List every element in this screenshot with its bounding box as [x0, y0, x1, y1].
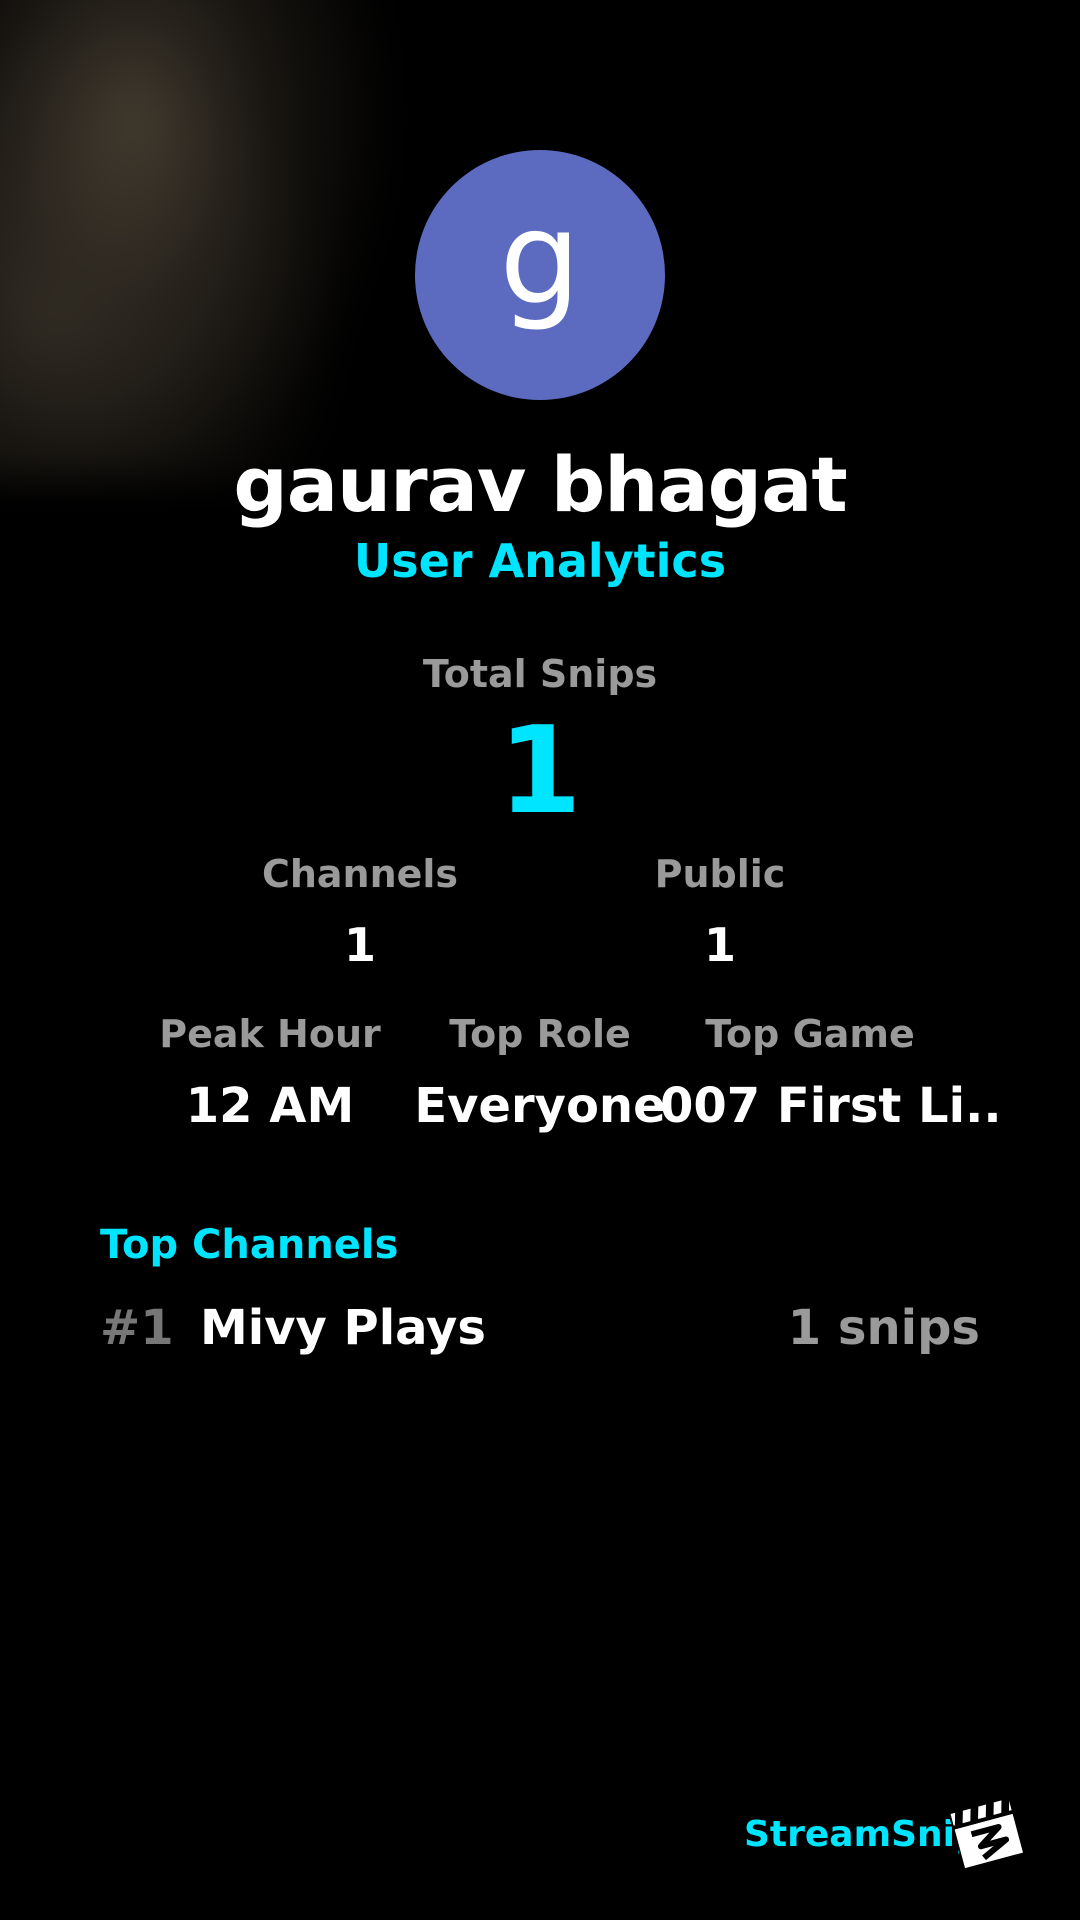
stat-channels-value: 1 — [343, 918, 376, 972]
user-name: gaurav bhagat — [233, 440, 847, 529]
stat-top-role-value: Everyone — [414, 1078, 666, 1134]
stat-channels: Channels 1 — [210, 852, 510, 972]
page-subtitle: User Analytics — [353, 534, 727, 588]
stat-top-role-label: Top Role — [449, 1012, 631, 1056]
stat-top-game-label: Top Game — [705, 1012, 915, 1056]
avatar: g — [415, 150, 665, 400]
total-snips-value: 1 — [498, 702, 582, 841]
stat-peak-hour-label: Peak Hour — [159, 1012, 381, 1056]
stat-peak-hour: Peak Hour 12 AM — [140, 1012, 400, 1134]
channel-rank: #1 — [100, 1300, 174, 1356]
brand-name: StreamSnip — [744, 1814, 981, 1855]
channel-name: Mivy Plays — [200, 1300, 486, 1356]
background-blur-image — [0, 0, 400, 480]
stat-peak-hour-value: 12 AM — [185, 1078, 355, 1134]
stat-public: Public 1 — [570, 852, 870, 972]
stat-top-game: Top Game 007 First Li.. — [660, 1012, 1002, 1134]
stat-top-game-value: 007 First Li.. — [660, 1078, 1002, 1134]
channel-snip-count: 1 snips — [787, 1300, 980, 1356]
top-channels-title: Top Channels — [100, 1222, 399, 1268]
stat-public-value: 1 — [703, 918, 736, 972]
stat-top-role: Top Role Everyone — [410, 1012, 670, 1134]
avatar-letter: g — [499, 185, 581, 334]
list-item: #1 Mivy Plays 1 snips — [100, 1300, 980, 1364]
stat-channels-label: Channels — [261, 852, 459, 896]
total-snips-label: Total Snips — [422, 652, 658, 696]
clapperboard-icon — [948, 1796, 1026, 1870]
stat-public-label: Public — [654, 852, 786, 896]
